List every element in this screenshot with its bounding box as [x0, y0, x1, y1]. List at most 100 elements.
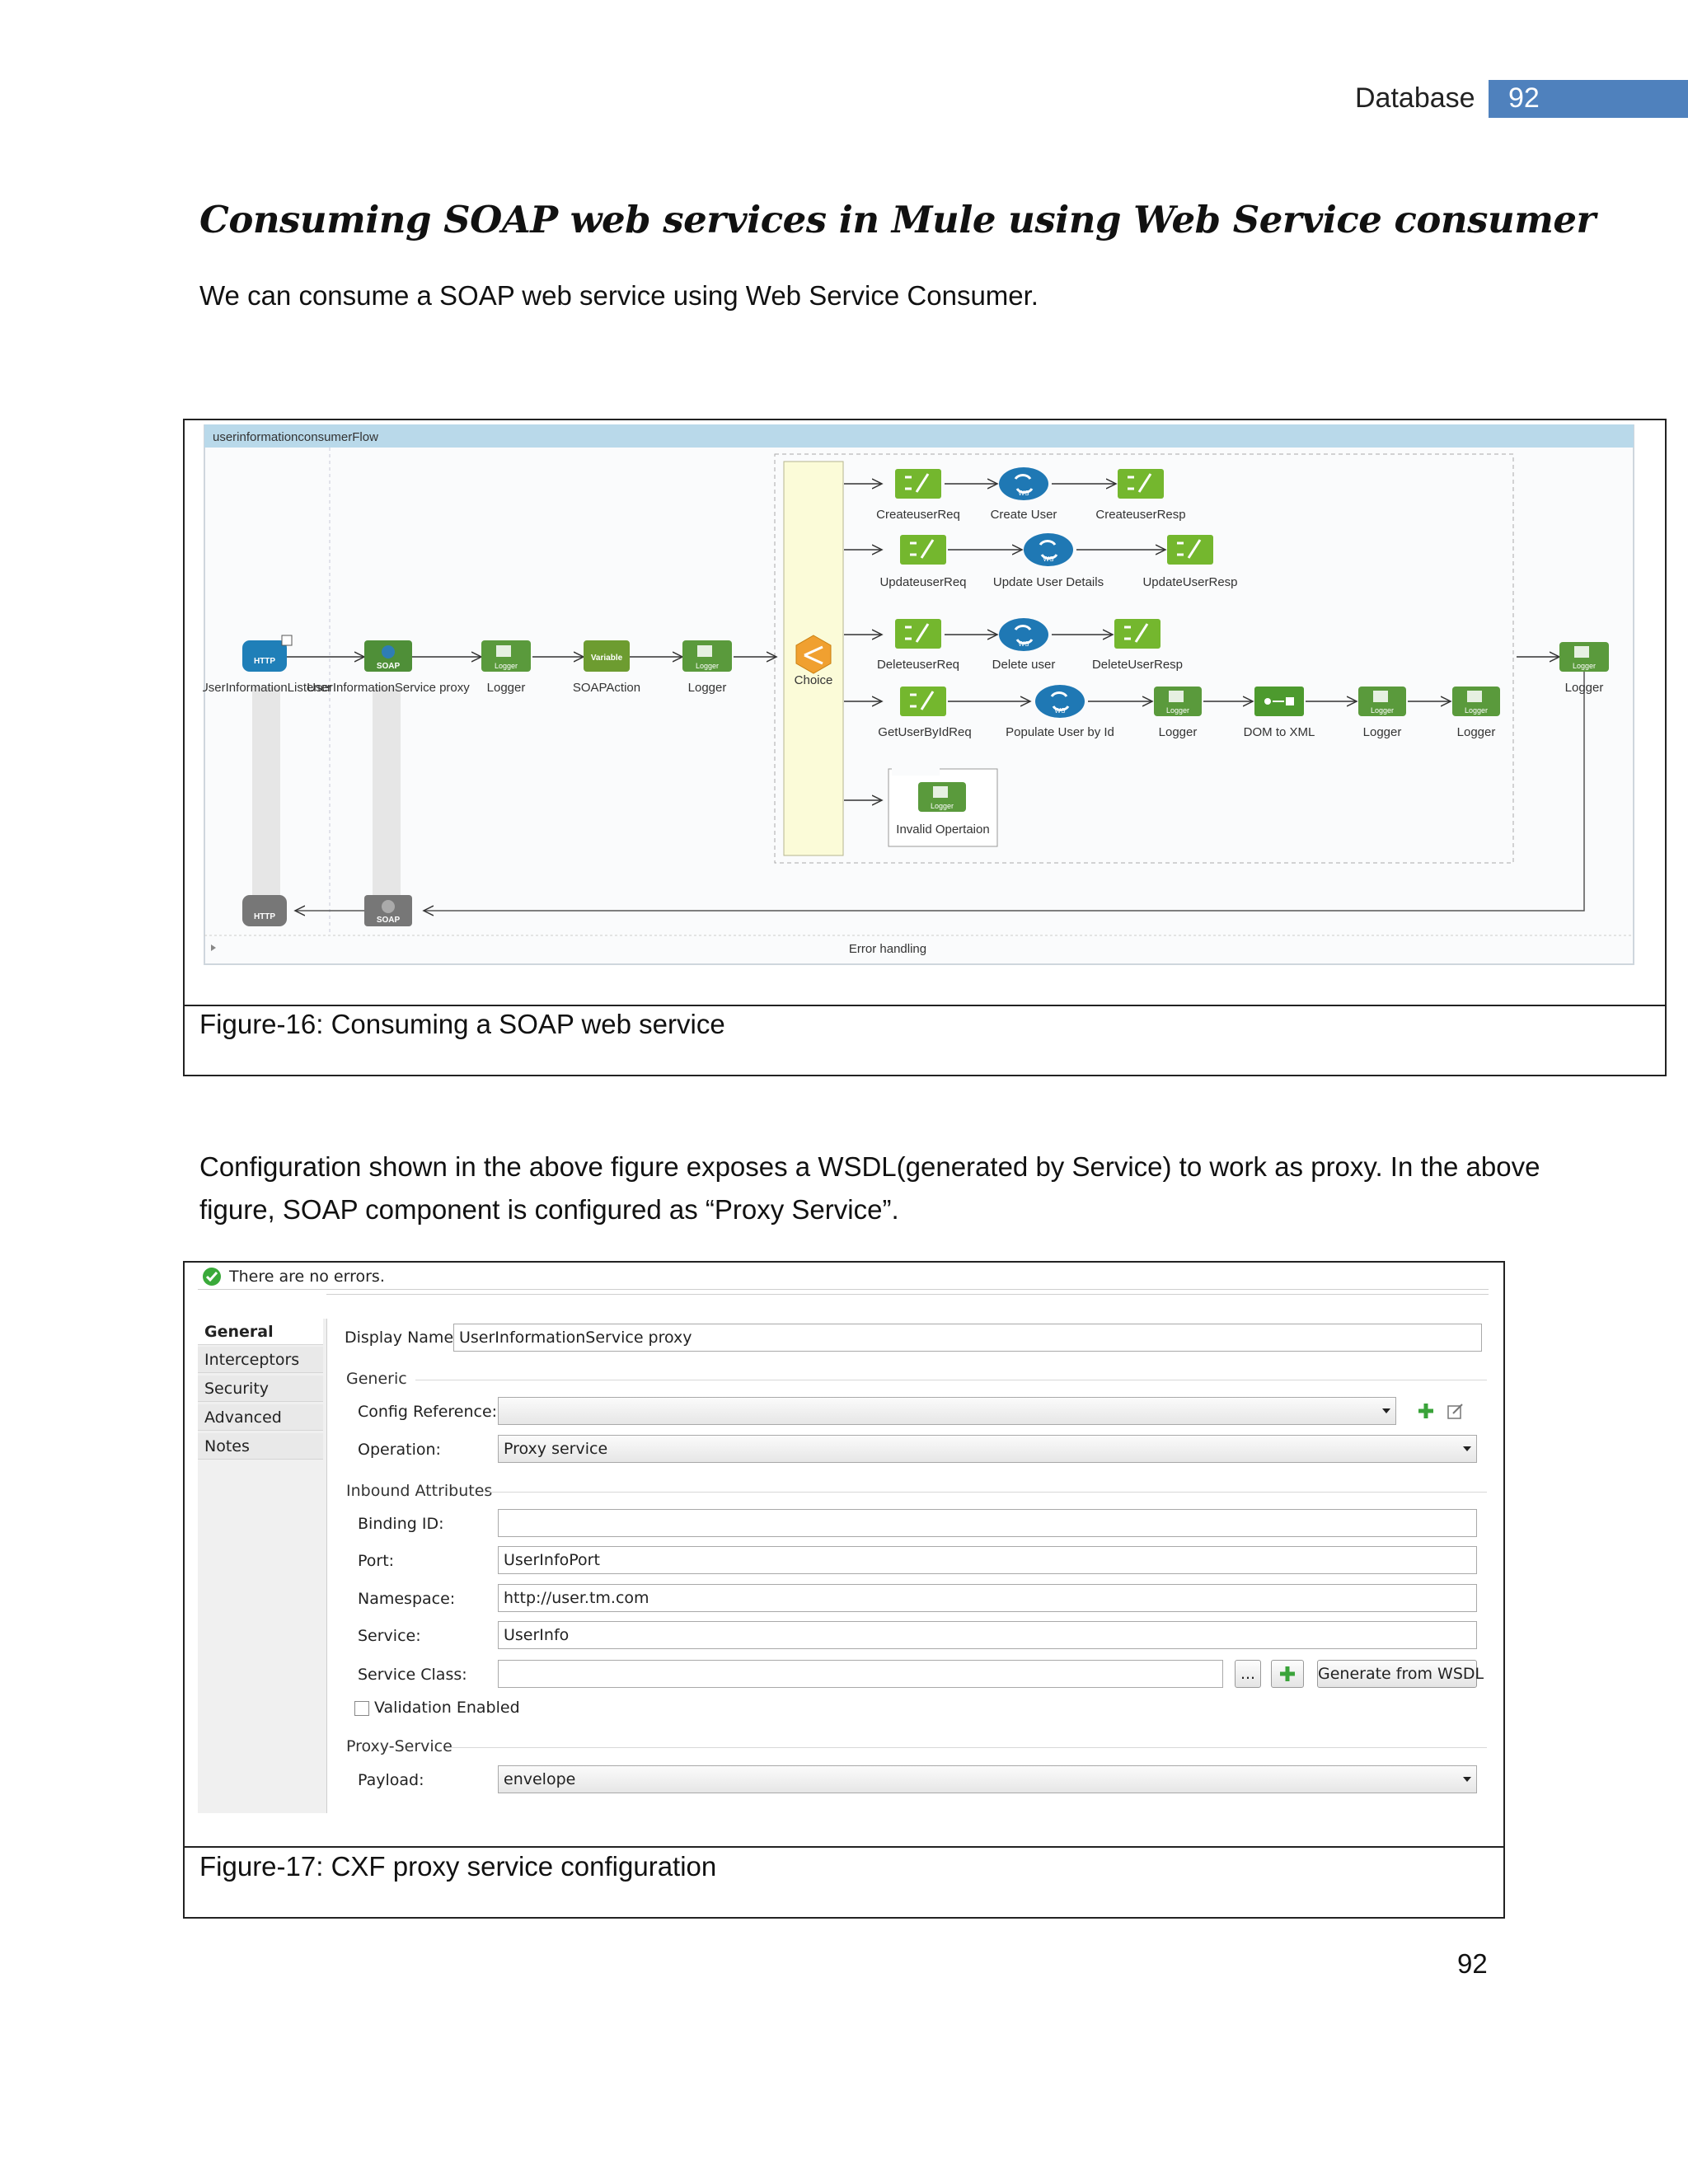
ws-populate-user-node[interactable]: WS: [1035, 685, 1085, 718]
figure17-divider: [183, 1846, 1505, 1848]
ws-update-user-node[interactable]: WS: [1024, 533, 1073, 566]
config-reference-label: Config Reference:: [358, 1403, 498, 1421]
intro-paragraph: We can consume a SOAP web service using …: [199, 280, 1039, 311]
logger-4-label: Logger: [1363, 725, 1402, 739]
header-section-title: Database: [1355, 82, 1475, 114]
flow-title-bar: [204, 424, 1634, 448]
soap-proxy-label: UserInformationService proxy: [307, 681, 470, 695]
logger-end-label: Logger: [1565, 681, 1604, 695]
tab-security[interactable]: Security: [198, 1376, 323, 1402]
figure17-caption: Figure-17: CXF proxy service configurati…: [199, 1851, 717, 1882]
logger-3-icon-label: Logger: [1166, 706, 1189, 715]
tab-notes[interactable]: Notes: [198, 1433, 323, 1460]
logger-2-label: Logger: [688, 681, 727, 695]
config-reference-select[interactable]: [498, 1397, 1396, 1425]
validation-checkbox[interactable]: [354, 1701, 369, 1716]
ws-create-user-node[interactable]: WS: [999, 467, 1048, 500]
service-input[interactable]: UserInfo: [498, 1621, 1477, 1649]
transform-update-req-node[interactable]: [900, 535, 946, 565]
proxy-service-group-label: Proxy-Service: [346, 1737, 452, 1755]
http-endpoint-badge-icon: [281, 635, 293, 646]
display-name-input[interactable]: UserInformationService proxy: [453, 1324, 1482, 1352]
chevron-down-icon: [1463, 1446, 1471, 1451]
soap-lane: [373, 687, 401, 909]
create-user-label: Create User: [991, 508, 1057, 522]
status-divider: [198, 1289, 1489, 1290]
operation-value: Proxy service: [504, 1440, 608, 1458]
soapaction-label: SOAPAction: [573, 681, 640, 695]
ws-delete-user-node[interactable]: WS: [999, 618, 1048, 651]
edit-config-icon[interactable]: [1446, 1401, 1465, 1421]
binding-id-label: Binding ID:: [358, 1515, 444, 1533]
binding-id-input[interactable]: [498, 1509, 1477, 1537]
logger-1-icon-label: Logger: [495, 662, 518, 670]
service-class-input[interactable]: [498, 1660, 1223, 1688]
invalid-operation-label: Invalid Opertaion: [896, 823, 989, 837]
service-label: Service:: [358, 1627, 421, 1645]
logger-end-node[interactable]: Logger: [1559, 642, 1609, 672]
dom-to-xml-node[interactable]: [1254, 687, 1304, 716]
proxy-service-group-line: [448, 1747, 1487, 1748]
namespace-input[interactable]: http://user.tm.com: [498, 1584, 1477, 1612]
create-resp-label: CreateuserResp: [1095, 508, 1185, 522]
figure16-caption: Figure-16: Consuming a SOAP web service: [199, 1009, 725, 1039]
header-page-number: 92: [1508, 82, 1540, 114]
logger-node-5[interactable]: Logger: [1452, 687, 1500, 716]
get-req-label: GetUserByIdReq: [878, 725, 971, 739]
service-class-label: Service Class:: [358, 1666, 467, 1684]
chevron-down-icon: [1463, 1777, 1471, 1782]
logger-node-1[interactable]: Logger: [481, 640, 531, 672]
create-req-label: CreateuserReq: [876, 508, 960, 522]
delete-user-label: Delete user: [992, 658, 1056, 672]
http-listener-node[interactable]: HTTP: [242, 635, 293, 672]
logger-node-4[interactable]: Logger: [1358, 687, 1406, 716]
generate-from-wsdl-button[interactable]: Generate from WSDL: [1317, 1660, 1484, 1688]
http-response-node[interactable]: HTTP: [242, 895, 287, 926]
invalid-operation-logger-node[interactable]: Logger: [918, 782, 966, 812]
plus-icon: [1280, 1666, 1295, 1681]
logger-1-label: Logger: [487, 681, 526, 695]
footer-page-number: 92: [1457, 1948, 1488, 1979]
tab-general[interactable]: General: [198, 1319, 323, 1345]
add-class-button[interactable]: [1271, 1660, 1304, 1688]
tab-advanced[interactable]: Advanced: [198, 1404, 323, 1431]
http-icon-label: HTTP: [254, 657, 275, 666]
body-paragraph: Configuration shown in the above figure …: [199, 1151, 1540, 1225]
logger-3-label: Logger: [1159, 725, 1198, 739]
mule-flow-diagram: userinformationconsumerFlow Error handli…: [203, 424, 1634, 965]
transform-delete-req-node[interactable]: [895, 619, 941, 649]
transform-create-req-node[interactable]: [895, 469, 941, 499]
payload-select[interactable]: envelope: [498, 1765, 1477, 1793]
add-config-icon[interactable]: [1416, 1401, 1436, 1421]
port-label: Port:: [358, 1552, 395, 1570]
soap-response-icon-label: SOAP: [377, 916, 401, 925]
browse-button[interactable]: ...: [1235, 1660, 1261, 1688]
logger-2-icon-label: Logger: [696, 662, 719, 670]
inbound-group-line: [485, 1492, 1487, 1493]
soap-proxy-node[interactable]: SOAP: [364, 640, 412, 672]
logger-node-3[interactable]: Logger: [1154, 687, 1202, 716]
delete-req-label: DeleteuserReq: [877, 658, 959, 672]
transform-update-resp-node[interactable]: [1167, 535, 1213, 565]
figure16-divider: [183, 1005, 1667, 1006]
soap-response-node[interactable]: SOAP: [364, 895, 412, 926]
port-input[interactable]: UserInfoPort: [498, 1546, 1477, 1574]
validation-label: Validation Enabled: [374, 1699, 520, 1717]
transform-get-req-node[interactable]: [900, 687, 946, 716]
dom-to-xml-label: DOM to XML: [1244, 725, 1315, 739]
operation-label: Operation:: [358, 1441, 441, 1459]
flow-name: userinformationconsumerFlow: [213, 430, 378, 444]
operation-select[interactable]: Proxy service: [498, 1435, 1477, 1463]
variable-node[interactable]: Variable: [584, 640, 630, 672]
cxf-config-panel: There are no errors. General Interceptor…: [195, 1263, 1489, 1815]
update-user-label: Update User Details: [993, 575, 1104, 589]
payload-label: Payload:: [358, 1771, 424, 1789]
logger-node-2[interactable]: Logger: [682, 640, 732, 672]
update-resp-label: UpdateUserResp: [1142, 575, 1237, 589]
tab-interceptors[interactable]: Interceptors: [198, 1347, 323, 1373]
soap-icon-label: SOAP: [377, 662, 401, 671]
payload-value: envelope: [504, 1770, 576, 1788]
transform-delete-resp-node[interactable]: [1114, 619, 1160, 649]
transform-create-resp-node[interactable]: [1118, 469, 1164, 499]
delete-resp-label: DeleteUserResp: [1092, 658, 1183, 672]
